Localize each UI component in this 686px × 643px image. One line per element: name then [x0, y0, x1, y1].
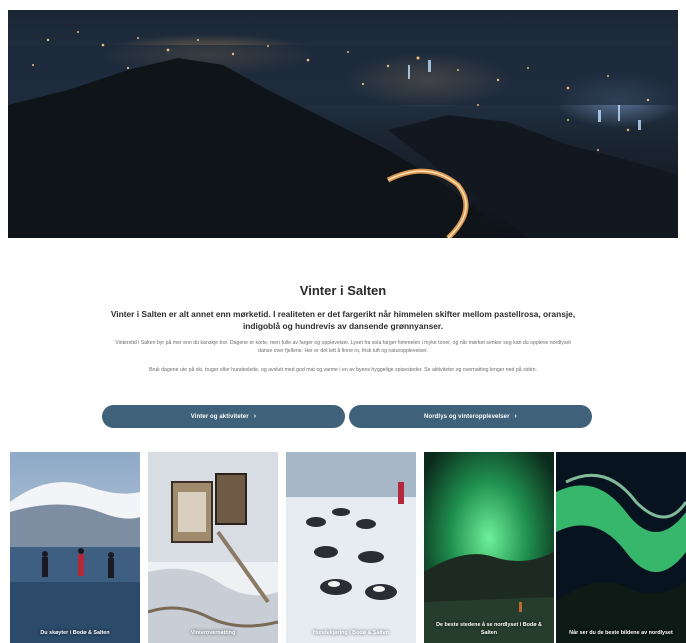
winter-cabin-image — [148, 452, 278, 643]
aurora-image — [424, 452, 554, 643]
page-title: Vinter i Salten — [299, 283, 387, 298]
chevron-right-icon: › — [253, 413, 257, 420]
card-aurora-places[interactable]: De beste stedene å se nordlyset i Bodø &… — [424, 452, 554, 643]
card-caption: De beste stedene å se nordlyset i Bodø &… — [436, 622, 542, 636]
card-caption: Hundekjøring i Bodø & Salten — [312, 629, 390, 636]
ice-skating-image — [10, 452, 140, 643]
card-dog-sledding[interactable]: Hundekjøring i Bodø & Salten — [286, 452, 416, 643]
city-night-illustration — [8, 31, 678, 238]
chevron-right-icon: › — [514, 413, 517, 420]
card-ice-skating[interactable]: Du skøyter i Bodø & Salten — [10, 452, 140, 643]
hero-image — [8, 10, 678, 238]
card-row: Du skøyter i Bodø & Salten Vinterovernat… — [10, 452, 686, 643]
card-winter-cabin[interactable]: Vinterovernatting — [148, 452, 278, 643]
winter-activities-button[interactable]: Vinter og aktiviteter › — [102, 405, 345, 428]
aurora-image — [556, 452, 686, 643]
card-aurora-photos[interactable]: Når ser du de beste bildene av nordlyset — [556, 452, 686, 643]
body-paragraph-1: Vinterstid i Salten byr på mer enn du ka… — [115, 340, 571, 354]
card-caption: Når ser du de beste bildene av nordlyset — [569, 629, 673, 636]
body-paragraph-2: Bruk dagene ute på ski, truger eller hun… — [149, 367, 537, 373]
lead-paragraph: Vinter i Salten er alt annet enn mørketi… — [110, 309, 576, 331]
northern-lights-label: Nordlys og vinteropplevelser — [424, 413, 510, 420]
card-caption: Vinterovernatting — [190, 629, 236, 636]
dog-sledding-image — [286, 452, 416, 643]
northern-lights-button[interactable]: Nordlys og vinteropplevelser › — [349, 405, 592, 428]
winter-activities-label: Vinter og aktiviteter — [190, 413, 249, 420]
card-caption: Du skøyter i Bodø & Salten — [40, 629, 110, 636]
